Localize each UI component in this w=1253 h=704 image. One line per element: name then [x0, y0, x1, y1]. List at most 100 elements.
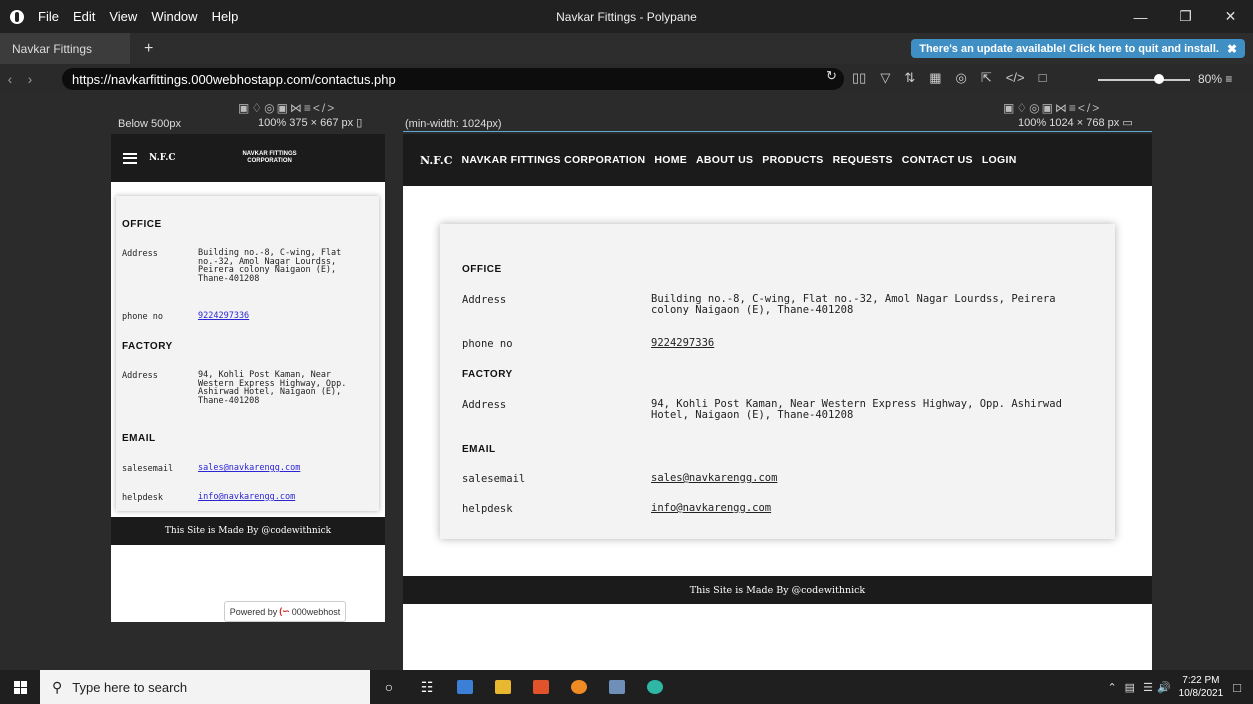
update-banner[interactable]: There's an update available! Click here …	[911, 39, 1245, 58]
site-brand[interactable]: N.F.C	[420, 154, 452, 167]
email-heading: EMAIL	[122, 433, 156, 444]
layout-icon[interactable]: ▯▯	[852, 70, 866, 86]
phone-icon[interactable]: ▯	[356, 117, 362, 129]
salesemail-label: salesemail	[462, 473, 526, 485]
toolbar-icons: ▯▯ ▽ ⇅ ▦ ◎ ⇱ </> □	[852, 70, 1046, 86]
mobile-navbar: N.F.C NAVKAR FITTINGS CORPORATION	[111, 134, 385, 182]
desktop-navbar: N.F.C NAVKAR FITTINGS CORPORATION HOME A…	[403, 134, 1152, 186]
volume-icon[interactable]: 🔊	[1157, 681, 1171, 694]
tab-navkar-fittings[interactable]: Navkar Fittings	[0, 33, 130, 64]
menu-file[interactable]: File	[38, 9, 59, 24]
factory-address: 94, Kohli Post Kaman, Near Western Expre…	[198, 370, 347, 406]
menu-help[interactable]: Help	[212, 9, 239, 24]
mobile-pane-tools-icon[interactable]: ▣♢◎▣⋈≡</>	[238, 101, 336, 115]
powered-by-badge[interactable]: Powered by (∽ 000webhost	[224, 601, 346, 622]
restore-icon[interactable]: ❐	[1163, 0, 1208, 33]
desktop-icon[interactable]: ▭	[1122, 117, 1132, 129]
close-icon[interactable]: ✖	[1227, 42, 1237, 56]
phone-label: phone no	[122, 312, 163, 322]
salesemail-label: salesemail	[122, 464, 174, 474]
new-tab-button[interactable]: +	[144, 40, 153, 58]
polypane-logo-icon	[10, 9, 24, 24]
taskbar: ⚲ Type here to search ○ ☷ ⌃ ▤ ☰ 🔊 7:22 P…	[0, 670, 1253, 704]
site-title: NAVKAR FITTINGS CORPORATION	[242, 151, 297, 164]
clock[interactable]: 7:22 PM 10/8/2021	[1179, 674, 1224, 700]
menu-window[interactable]: Window	[151, 9, 197, 24]
windows-logo-icon	[13, 680, 27, 694]
desktop-pane-scale: 100%	[1018, 117, 1047, 129]
helpdesk-label: helpdesk	[462, 503, 513, 515]
notifications-icon[interactable]: □	[1233, 680, 1241, 695]
site-footer: This Site is Made By @codewithnick	[403, 576, 1152, 604]
site-brand[interactable]: N.F.C	[149, 153, 176, 163]
app-icon[interactable]	[598, 670, 636, 704]
menu-edit[interactable]: Edit	[73, 9, 95, 24]
zoom-slider-handle[interactable]	[1154, 74, 1164, 84]
mobile-pane-scale: 100%	[258, 117, 287, 129]
back-icon[interactable]: ‹	[0, 71, 20, 87]
screenshot-icon[interactable]: ◎	[956, 70, 967, 86]
minimize-icon[interactable]: —	[1118, 0, 1163, 33]
start-button[interactable]	[0, 670, 40, 704]
reload-icon[interactable]: ↻	[826, 68, 837, 84]
cortana-icon[interactable]: ○	[370, 670, 408, 704]
filter-icon[interactable]: ▽	[880, 70, 890, 86]
code-icon[interactable]: </>	[1006, 70, 1025, 86]
fullscreen-icon[interactable]: □	[1039, 70, 1047, 86]
office-address-label: Address	[122, 249, 158, 259]
forward-icon[interactable]: ›	[20, 71, 40, 87]
desktop-pane-dimensions: 1024 × 768 px	[1049, 117, 1120, 129]
battery-icon[interactable]: ▤	[1125, 681, 1135, 694]
nav-about-us[interactable]: ABOUT US	[696, 154, 753, 166]
office-address: Building no.-8, C-wing, Flat no.-32, Amo…	[651, 293, 1056, 316]
sort-icon[interactable]: ⇅	[904, 70, 915, 86]
photos-app-icon[interactable]	[446, 670, 484, 704]
helpdesk-link[interactable]: info@navkarengg.com	[651, 503, 771, 514]
close-icon[interactable]: ✕	[1208, 0, 1253, 33]
nav-requests[interactable]: REQUESTS	[833, 154, 893, 166]
helpdesk-link[interactable]: info@navkarengg.com	[198, 493, 368, 502]
site-footer: This Site is Made By @codewithnick	[111, 517, 385, 545]
mobile-pane-label: Below 500px	[118, 118, 181, 130]
nav-contact-us[interactable]: CONTACT US	[902, 154, 973, 166]
file-explorer-icon[interactable]	[484, 670, 522, 704]
office-heading: OFFICE	[462, 264, 502, 275]
desktop-pane-label: (min-width: 1024px)	[405, 118, 502, 130]
helpdesk-label: helpdesk	[122, 493, 163, 503]
hamburger-menu-icon[interactable]	[123, 152, 137, 164]
pane-breakpoint-line	[403, 131, 1152, 132]
inspect-icon[interactable]: ⇱	[981, 70, 992, 86]
mobile-pane-size: 100% 375 × 667 px ▯	[258, 116, 362, 129]
salesemail-link[interactable]: sales@navkarengg.com	[651, 473, 777, 484]
phone-link[interactable]: 9224297336	[651, 338, 714, 349]
window-controls: — ❐ ✕	[1118, 0, 1253, 33]
nav-home[interactable]: HOME	[654, 154, 687, 166]
phone-link[interactable]: 9224297336	[198, 312, 368, 321]
powered-by-text: Powered by	[229, 606, 278, 617]
chevron-up-icon[interactable]: ⌃	[1107, 681, 1116, 694]
task-view-icon[interactable]: ☷	[408, 670, 446, 704]
update-banner-text: There's an update available! Click here …	[919, 42, 1219, 55]
address-bar: ‹ › https://navkarfittings.000webhostapp…	[0, 64, 1253, 94]
network-icon[interactable]: ☰	[1143, 681, 1153, 694]
factory-address: 94, Kohli Post Kaman, Near Western Expre…	[651, 398, 1062, 421]
firefox-icon[interactable]	[560, 670, 598, 704]
nav-products[interactable]: PRODUCTS	[762, 154, 823, 166]
clock-time: 7:22 PM	[1182, 675, 1220, 686]
search-icon: ⚲	[52, 678, 63, 695]
contact-card: OFFICE Address Building no.-8, C-wing, F…	[116, 196, 379, 511]
url-input[interactable]: https://navkarfittings.000webhostapp.com…	[62, 68, 844, 90]
desktop-pane-tools-icon[interactable]: ▣♢◎▣⋈≡</>	[1003, 101, 1101, 115]
menu-view[interactable]: View	[109, 9, 137, 24]
taskbar-search[interactable]: ⚲ Type here to search	[40, 670, 370, 704]
nav-login[interactable]: LOGIN	[982, 154, 1017, 166]
zoom-slider[interactable]	[1098, 79, 1190, 81]
panes-icon[interactable]: ▦	[929, 70, 941, 86]
salesemail-link[interactable]: sales@navkarengg.com	[198, 464, 368, 473]
webhost-logo-icon: (∽	[279, 606, 290, 616]
brave-browser-icon[interactable]	[522, 670, 560, 704]
polypane-taskbar-icon[interactable]	[636, 670, 674, 704]
contact-card: OFFICE Address Building no.-8, C-wing, F…	[440, 224, 1115, 539]
settings-icon[interactable]: ≡	[1225, 72, 1232, 86]
factory-address-label: Address	[122, 371, 158, 381]
